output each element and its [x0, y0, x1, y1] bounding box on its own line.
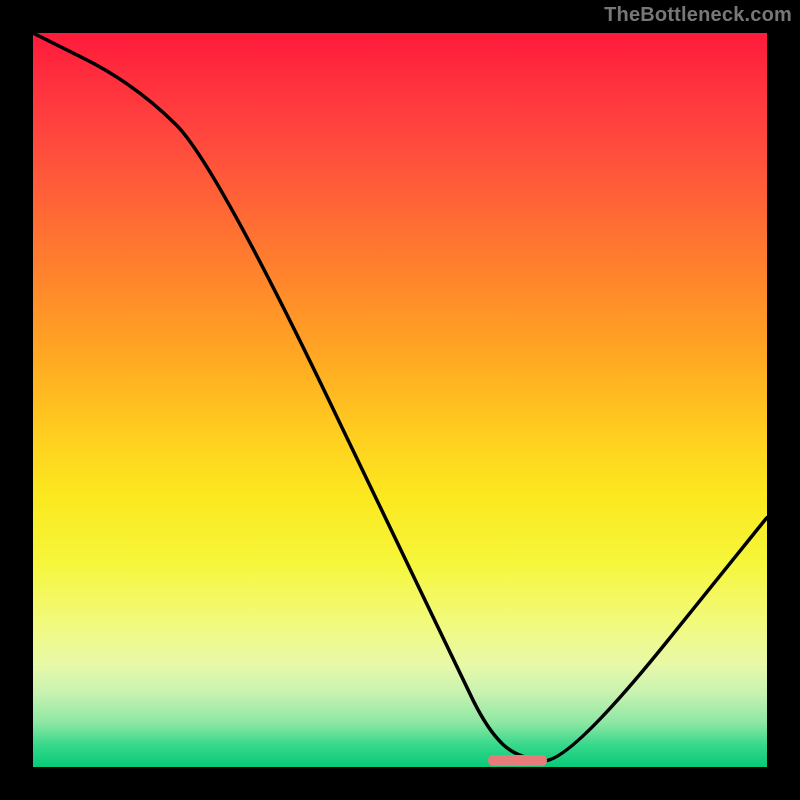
chart-canvas: TheBottleneck.com — [0, 0, 800, 800]
watermark-text: TheBottleneck.com — [604, 4, 792, 27]
optimal-marker — [488, 755, 547, 766]
plot-area — [33, 33, 767, 767]
curve-svg — [33, 33, 767, 767]
bottleneck-curve — [33, 33, 767, 761]
